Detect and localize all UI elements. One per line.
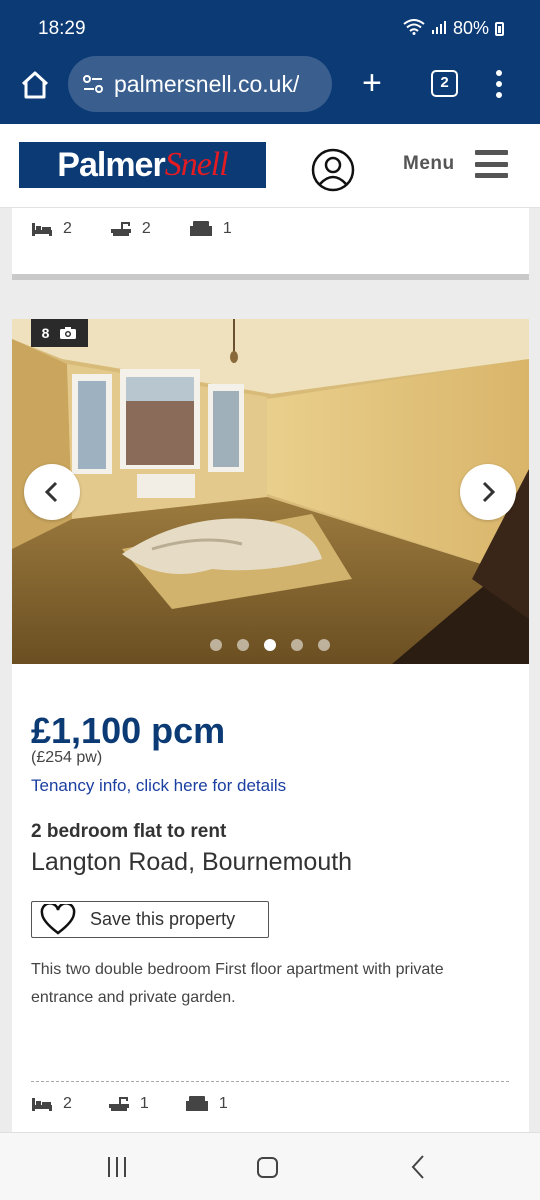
- user-icon: [311, 148, 355, 192]
- browser-toolbar: palmersnell.co.uk/ + 2: [0, 56, 540, 124]
- camera-icon: [60, 327, 77, 339]
- tab-switcher-button[interactable]: 2: [431, 70, 458, 97]
- tenancy-info-link[interactable]: Tenancy info, click here for details: [31, 776, 286, 796]
- status-bar: 18:29 80%: [0, 0, 540, 56]
- battery-percent: 80%: [452, 18, 489, 38]
- property-listing-card[interactable]: 8 £1,100 pcm (£254 pw) Tenancy info, cli…: [12, 319, 529, 1149]
- hamburger-icon: [474, 150, 508, 178]
- system-back-button[interactable]: [408, 1153, 428, 1181]
- photo-count-badge[interactable]: 8: [31, 319, 88, 347]
- battery-icon: [495, 21, 504, 36]
- palmer-snell-logo[interactable]: Palmer Snell: [19, 142, 266, 188]
- gallery-dot[interactable]: [291, 639, 303, 651]
- recent-apps-button[interactable]: [104, 1153, 130, 1181]
- save-property-label: Save this property: [90, 909, 236, 929]
- bedrooms-feature: 2: [31, 1095, 72, 1113]
- heart-icon: [40, 903, 76, 935]
- home-button[interactable]: [18, 68, 52, 102]
- receptions-feature: 1: [185, 1095, 228, 1113]
- property-address[interactable]: Langton Road, Bournemouth: [31, 848, 352, 877]
- home-icon: [21, 71, 49, 99]
- chevron-left-icon: [44, 481, 58, 503]
- gallery-dot[interactable]: [318, 639, 330, 651]
- gallery-dot[interactable]: [210, 639, 222, 651]
- signal-icon: [431, 19, 447, 38]
- gallery-pagination: [210, 639, 330, 651]
- previous-photo-button[interactable]: [24, 464, 80, 520]
- url-text: palmersnell.co.uk/: [114, 70, 300, 97]
- next-photo-button[interactable]: [460, 464, 516, 520]
- new-tab-button[interactable]: +: [362, 66, 382, 100]
- property-photo[interactable]: [12, 319, 529, 664]
- status-time: 18:29: [38, 18, 86, 39]
- sofa-icon: [189, 221, 212, 236]
- bed-icon: [32, 223, 52, 236]
- site-header: Palmer Snell Menu: [0, 124, 540, 208]
- system-navigation-bar: [0, 1132, 540, 1200]
- bath-icon: [110, 222, 131, 236]
- address-bar[interactable]: palmersnell.co.uk/: [68, 56, 332, 112]
- property-description: This two double bedroom First floor apar…: [31, 961, 444, 1006]
- bath-icon: [108, 1097, 129, 1111]
- listing-features: 2 1 1: [31, 1095, 228, 1113]
- account-button[interactable]: [311, 148, 355, 192]
- previous-listing-card: 2 2 1: [12, 208, 529, 280]
- save-property-button[interactable]: Save this property: [31, 901, 269, 938]
- back-icon: [411, 1155, 424, 1179]
- divider: [31, 1081, 509, 1082]
- bedrooms-feature: 2: [31, 220, 72, 238]
- menu-button[interactable]: Menu: [403, 150, 508, 178]
- gallery-dot[interactable]: [264, 639, 276, 651]
- gallery-dot[interactable]: [237, 639, 249, 651]
- menu-label: Menu: [403, 153, 455, 174]
- rent-price: £1,100 pcm: [31, 710, 226, 751]
- site-settings-icon[interactable]: [80, 71, 106, 97]
- bed-icon: [32, 1098, 52, 1111]
- weekly-price: (£254 pw): [31, 749, 103, 766]
- chevron-right-icon: [482, 481, 496, 503]
- property-type: 2 bedroom flat to rent: [31, 821, 227, 842]
- status-indicators: 80%: [403, 18, 504, 39]
- bathrooms-feature: 1: [108, 1095, 149, 1113]
- system-home-button[interactable]: [255, 1153, 279, 1181]
- previous-listing-features: 2 2 1: [31, 220, 232, 238]
- wifi-icon: [403, 19, 425, 38]
- receptions-feature: 1: [189, 220, 232, 238]
- bathrooms-feature: 2: [110, 220, 151, 238]
- sofa-icon: [185, 1096, 208, 1111]
- more-options-button[interactable]: [494, 70, 504, 98]
- photo-gallery[interactable]: 8: [12, 319, 529, 664]
